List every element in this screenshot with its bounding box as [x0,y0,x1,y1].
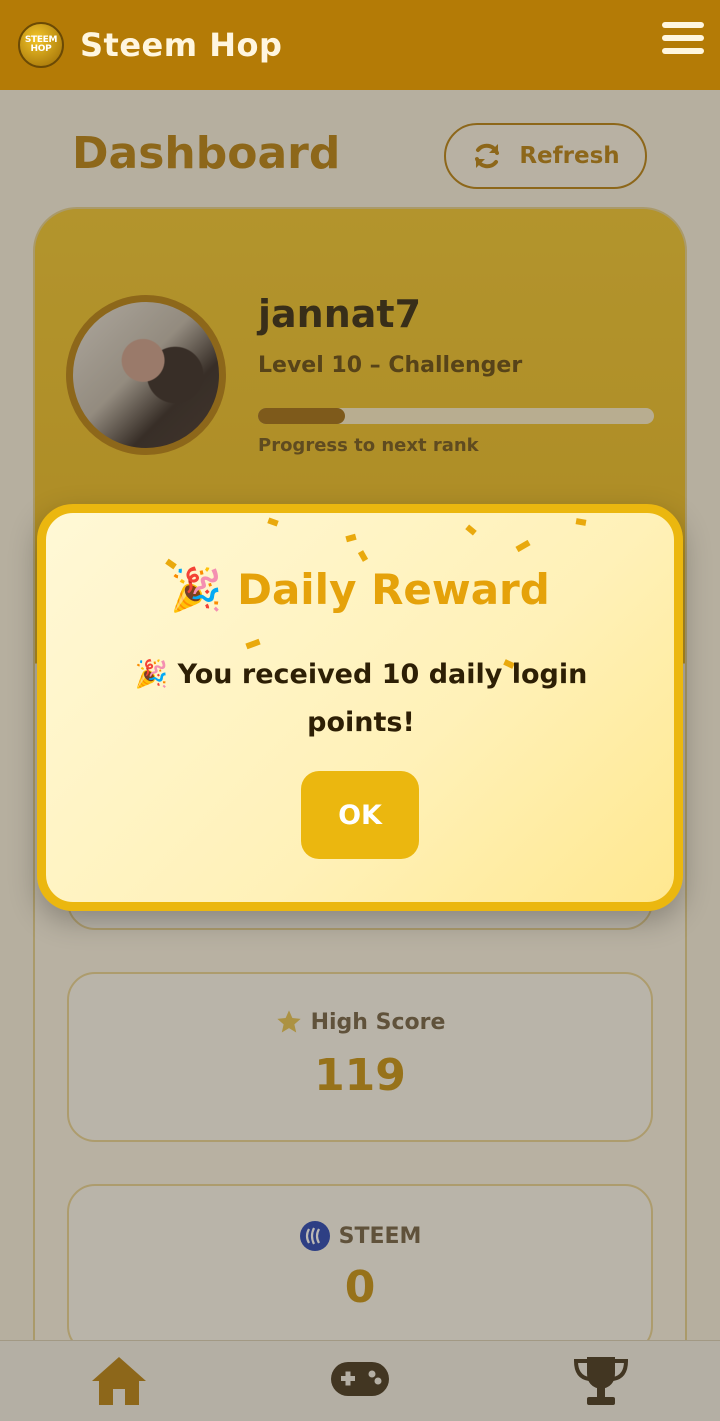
confetti-piece [357,550,369,562]
modal-title-row: 🎉 Daily Reward [46,565,674,615]
confetti-piece [465,524,477,536]
modal-message: You received 10 daily login points! [177,659,588,738]
confetti-piece [245,638,261,650]
daily-reward-modal: 🎉 Daily Reward 🎉 You received 10 daily l… [37,504,683,911]
hamburger-menu-icon[interactable] [662,22,704,60]
confetti-piece [267,517,279,527]
app-header: STEEM HOP Steem Hop [0,0,720,90]
app-logo[interactable]: STEEM HOP [18,22,64,68]
confetti-piece [515,539,531,553]
modal-title: Daily Reward [237,565,550,614]
party-popper-icon: 🎉 [170,565,223,614]
confetti-piece [575,518,587,526]
ok-button[interactable]: OK [301,771,419,859]
app-title: Steem Hop [80,26,283,64]
party-popper-icon: 🎉 [134,659,169,690]
modal-message-row: 🎉 You received 10 daily login points! [106,651,616,747]
modal-backdrop-bottom[interactable] [0,1340,720,1421]
confetti-piece [345,533,357,543]
